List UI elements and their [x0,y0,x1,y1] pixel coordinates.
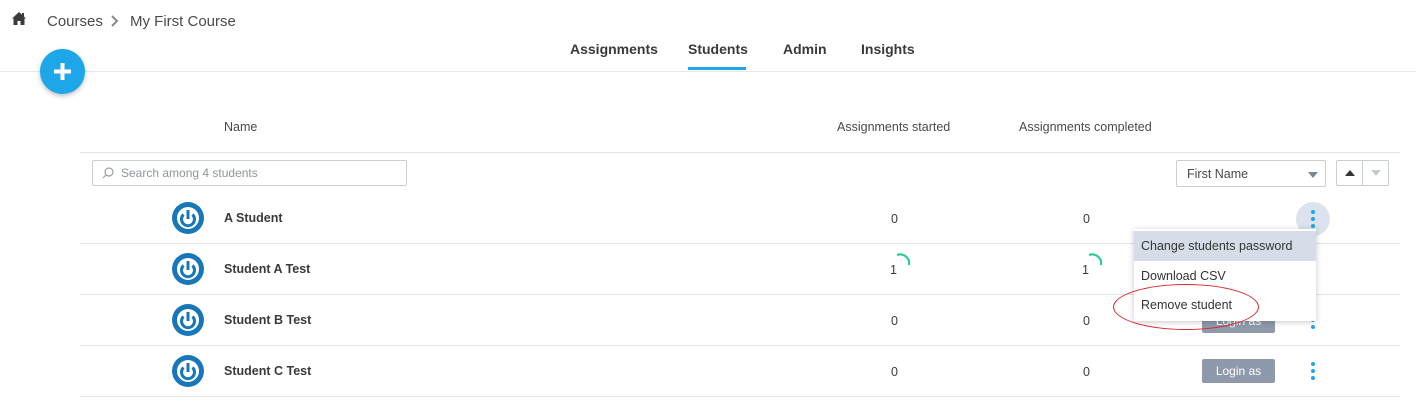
menu-item-change-password[interactable]: Change students password [1134,231,1316,261]
assignments-completed-count: 0 [1083,212,1090,226]
home-icon[interactable] [11,11,27,27]
header-divider [0,71,1416,72]
assignments-started-count: 0 [891,314,898,328]
student-name[interactable]: A Student [224,211,283,225]
assignments-started-count: 1 [890,263,897,277]
sort-descending-icon[interactable] [1370,169,1382,177]
header-row-divider [80,152,1400,153]
row-divider [80,396,1400,397]
tab-students[interactable]: Students [688,41,748,57]
add-button[interactable] [40,49,85,94]
login-as-button[interactable]: Login as [1202,359,1275,383]
column-header-completed[interactable]: Assignments completed [1019,120,1152,134]
breadcrumb-courses[interactable]: Courses [47,13,103,30]
column-header-started[interactable]: Assignments started [837,120,950,134]
search-box[interactable] [92,160,407,186]
search-input[interactable] [121,164,401,182]
more-vertical-icon [1311,210,1315,228]
student-name[interactable]: Student C Test [224,364,311,378]
sort-ascending-icon[interactable] [1344,169,1356,177]
sort-select[interactable]: First Name [1176,160,1326,187]
student-name[interactable]: Student A Test [224,262,310,276]
assignments-completed-count: 0 [1083,365,1090,379]
plus-icon [54,63,71,80]
column-header-name[interactable]: Name [224,120,257,134]
more-vertical-icon[interactable] [1311,362,1315,380]
breadcrumb-current-course: My First Course [130,13,236,30]
assignments-completed-count: 0 [1083,314,1090,328]
sort-selected-value: First Name [1187,167,1249,181]
chevron-right-icon [111,15,119,27]
highlight-annotation [1113,284,1259,330]
assignments-started-count: 0 [891,365,898,379]
assignments-started-count: 0 [891,212,898,226]
sort-direction-toggle[interactable] [1336,160,1389,186]
row-divider [80,345,1400,346]
assignments-completed-count: 1 [1082,263,1089,277]
active-tab-indicator [688,67,746,70]
student-avatar [172,202,204,234]
student-avatar [172,253,204,285]
search-icon [102,167,114,179]
tab-admin[interactable]: Admin [783,41,827,57]
tab-insights[interactable]: Insights [861,41,915,57]
tab-assignments[interactable]: Assignments [570,41,658,57]
student-avatar [172,355,204,387]
student-name[interactable]: Student B Test [224,313,311,327]
student-avatar [172,304,204,336]
caret-down-icon [1308,172,1318,178]
